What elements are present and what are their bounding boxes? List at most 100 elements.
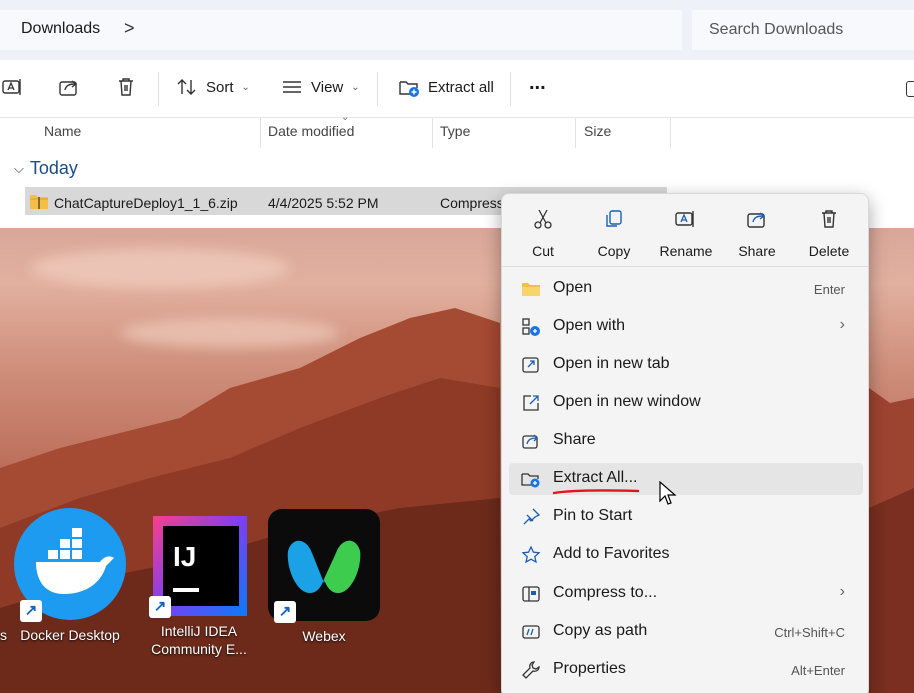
column-divider[interactable] [260,118,261,148]
rename-button[interactable]: Rename [651,208,721,259]
docker-desktop-shortcut[interactable]: ↗ Docker Desktop [11,506,129,644]
menu-item-open-new-window[interactable]: Open in new window [509,387,863,419]
extract-all-label: Extract all [428,78,494,96]
menu-item-label: Open in new window [553,393,701,410]
chevron-down-icon: ⌄ [351,81,360,93]
menu-item-compress-to[interactable]: Compress to... › [509,578,863,610]
trash-icon [119,78,133,96]
copy-icon [606,210,622,227]
toolbar-divider [158,72,159,106]
new-tab-icon [522,357,539,373]
extract-icon [521,473,540,488]
desktop-icon-label-line: Community E... [151,641,247,657]
breadcrumb[interactable] [0,10,682,50]
shortcut-arrow-icon: ↗ [20,600,42,622]
webex-shortcut[interactable]: ↗ Webex [265,507,383,645]
menu-item-open[interactable]: Open Enter [509,273,863,305]
address-bar: Downloads > Search Downloads [0,0,914,60]
menu-divider [502,266,868,267]
menu-item-properties[interactable]: Properties Alt+Enter [509,654,863,686]
rename-icon [2,79,21,95]
menu-item-share[interactable]: Share [509,425,863,457]
menu-item-label: Add to Favorites [553,545,670,562]
menu-item-label: Open [553,279,593,296]
open-with-icon [522,318,540,336]
delete-toolbar-button[interactable] [115,76,137,98]
cut-button[interactable]: Cut [508,208,578,259]
column-divider[interactable] [670,118,671,148]
chevron-right-icon: › [839,316,845,333]
menu-item-label: Compress to... [553,584,658,601]
menu-item-pin-to-start[interactable]: Pin to Start [509,501,863,533]
copy-button[interactable]: Copy [579,208,649,259]
intellij-idea-shortcut[interactable]: IJ ↗ IntelliJ IDEA Community E... [140,514,258,658]
group-header-today[interactable]: ⌵ Today [14,158,78,179]
cut-label: Cut [532,243,554,259]
menu-item-label: Pin to Start [553,507,633,524]
delete-button[interactable]: Delete [794,208,864,259]
chevron-down-icon: ⌵ [14,160,24,176]
pin-icon [523,508,541,525]
menu-item-label: Copy as path [553,622,648,639]
share-toolbar-button[interactable] [58,76,80,98]
chevron-right-icon: › [839,583,845,600]
column-name[interactable]: Name [44,123,81,139]
share-icon [59,80,78,96]
details-pane-icon[interactable] [906,81,914,97]
extract-all-button[interactable]: Extract all [398,76,494,98]
search-input[interactable]: Search Downloads [692,10,914,50]
menu-item-label: Open in new tab [553,355,670,372]
webex-icon: ↗ [266,507,382,623]
file-date: 4/4/2025 5:52 PM [268,195,379,211]
annotation-underline [552,489,640,495]
group-label: Today [29,158,78,178]
star-icon [521,545,541,564]
breadcrumb-downloads[interactable]: Downloads [21,20,100,38]
context-menu: Cut Copy Rename Share Delete Open Enter … [501,193,869,693]
column-date-modified[interactable]: Date modified [268,123,354,139]
sort-button[interactable]: Sort ⌄ [176,76,250,98]
menu-item-label: Share [553,431,596,448]
sort-label: Sort [206,78,234,96]
rename-toolbar-button[interactable] [2,76,24,98]
delete-label: Delete [808,243,850,259]
column-size[interactable]: Size [584,123,611,139]
file-name[interactable]: ChatCaptureDeploy1_1_6.zip [54,195,238,211]
column-headers: Name ⌄ Date modified Type Size [0,112,914,148]
mouse-pointer-icon [659,481,677,505]
menu-item-label: Open with [553,317,626,334]
copy-path-icon [522,625,540,639]
extract-icon [399,81,419,97]
menu-item-open-with[interactable]: Open with › [509,311,863,343]
view-icon [283,81,301,93]
column-type[interactable]: Type [440,123,470,139]
column-divider[interactable] [575,118,576,148]
share-icon [522,434,538,449]
rename-label: Rename [659,243,713,259]
menu-item-shortcut: Enter [813,282,845,297]
compress-icon [522,586,540,602]
menu-item-open-new-tab[interactable]: Open in new tab [509,349,863,381]
breadcrumb-chevron-icon[interactable]: > [124,18,135,39]
share-icon [747,212,766,228]
intellij-icon: IJ ↗ [149,514,249,618]
menu-item-add-to-favorites[interactable]: Add to Favorites [509,539,863,571]
menu-item-label: Properties [553,660,626,677]
command-bar: Sort ⌄ View ⌄ Extract all ... [0,60,914,118]
sort-icon [177,79,196,95]
wrench-icon [522,661,540,679]
share-button[interactable]: Share [722,208,792,259]
menu-item-shortcut: Ctrl+Shift+C [774,625,845,640]
search-placeholder: Search Downloads [709,21,844,38]
menu-item-copy-as-path[interactable]: Copy as path Ctrl+Shift+C [509,616,863,648]
view-button[interactable]: View ⌄ [281,76,360,98]
desktop-icon-label: Webex [302,628,346,644]
view-label: View [311,78,344,96]
toolbar-divider [510,72,511,106]
column-divider[interactable] [432,118,433,148]
more-icon: ... [529,72,546,94]
zip-folder-icon [30,195,48,209]
trash-icon [822,210,836,228]
sort-indicator-icon: ⌄ [341,112,350,123]
more-options-button[interactable]: ... [529,72,546,95]
